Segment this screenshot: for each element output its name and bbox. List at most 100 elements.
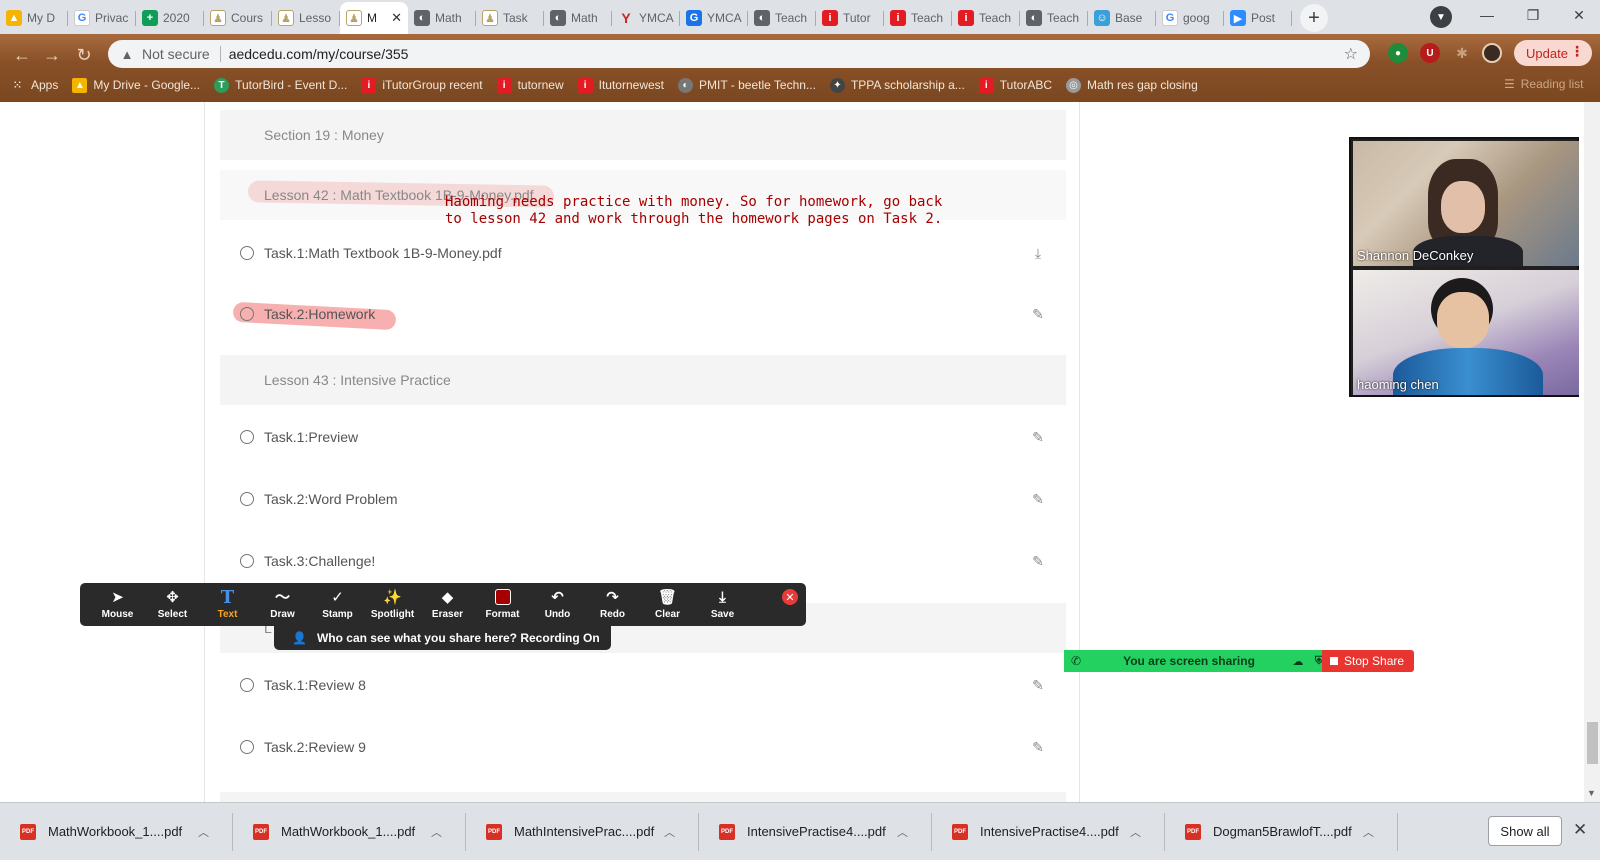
new-tab-button[interactable]: + [1300,4,1328,32]
minimize-icon[interactable]: — [1464,0,1510,30]
tool-eraser[interactable]: ◆ Eraser [420,589,475,620]
tool-text[interactable]: T Text [200,589,255,621]
scroll-down-icon[interactable]: ▼ [1587,788,1596,798]
task-row[interactable]: Task.1:Review 8 ✎ [220,665,1066,705]
tool-mouse[interactable]: ➤ Mouse [90,589,145,620]
browser-tab[interactable]: ♟ Lesso [272,2,340,34]
radio-button[interactable] [240,554,254,568]
video-tile[interactable]: Shannon DeConkey [1353,141,1579,266]
download-item[interactable]: PDF Dogman5BrawlofT....pdf ︿ [1165,803,1398,860]
address-bar[interactable]: ▲ Not secure aedcedu.com/my/course/355 ☆ [108,40,1370,68]
download-item[interactable]: PDF IntensivePractise4....pdf ︿ [699,803,932,860]
close-icon[interactable]: ✕ [1573,820,1587,840]
browser-tab[interactable]: +2020 [136,2,204,34]
tool-redo[interactable]: ↷ Redo [585,589,640,620]
browser-tab[interactable]: i Teach [952,2,1020,34]
download-item[interactable]: PDF MathWorkbook_1....pdf ︿ [233,803,466,860]
show-all-button[interactable]: Show all [1488,816,1562,846]
tool-draw[interactable]: 〜 Draw [255,589,310,620]
browser-tab[interactable]: i Tutor [816,2,884,34]
restore-icon[interactable]: ❐ [1510,0,1556,30]
browser-tab[interactable]: ◐ Math [408,2,476,34]
task-row[interactable]: Task.1:Preview ✎ [220,417,1066,457]
task-row[interactable]: Task.1:Math Textbook 1B-9-Money.pdf ⤓ [220,233,1066,273]
download-item[interactable]: PDF IntensivePractise4....pdf ︿ [932,803,1165,860]
screen-sharing-banner[interactable]: ✆ You are screen sharing ☁ ⛨ [1064,650,1332,672]
tool-format[interactable]: Format [475,589,530,620]
bookmark-item[interactable]: ◐ PMIT - beetle Techn... [678,77,816,93]
bookmark-item[interactable]: i iTutorGroup recent [361,77,483,93]
video-panel[interactable]: Shannon DeConkey haoming chen [1349,137,1579,397]
reading-list-button[interactable]: ☰ Reading list [1504,77,1583,91]
window-close-icon[interactable]: ✕ [1556,0,1600,30]
download-item[interactable]: PDF MathWorkbook_1....pdf ︿ [0,803,233,860]
chevron-up-icon[interactable]: ︿ [1130,824,1141,840]
stop-share-button[interactable]: Stop Share [1322,650,1414,672]
bookmark-item[interactable]: T TutorBird - Event D... [214,77,347,93]
bookmark-item[interactable]: i tutornew [496,77,564,93]
avatar[interactable] [1482,43,1502,63]
pencil-icon[interactable]: ✎ [1030,306,1046,322]
browser-tab[interactable]: ☺ Base [1088,2,1156,34]
bookmark-star-icon[interactable]: ☆ [1344,44,1358,64]
tool-undo[interactable]: ↶ Undo [530,589,585,620]
url-text[interactable]: aedcedu.com/my/course/355 [229,46,409,62]
pencil-icon[interactable]: ✎ [1030,429,1046,445]
browser-tab[interactable]: ◐ Teach [748,2,816,34]
lesson-header[interactable]: Lesson 43 : Intensive Practice [220,355,1066,405]
update-button[interactable]: Update ⋮ [1514,40,1592,66]
tool-clear[interactable]: 🗑 Clear [640,589,695,620]
radio-button[interactable] [240,492,254,506]
forward-icon[interactable]: → [40,43,64,67]
browser-tab[interactable]: G YMCA [680,2,748,34]
download-item[interactable]: PDF MathIntensivePrac....pdf ︿ [466,803,699,860]
extension-icon[interactable]: U [1420,43,1440,63]
bookmark-item[interactable]: i Itutornewest [577,77,664,93]
task-row[interactable]: Task.2:Homework ✎ [220,294,1066,334]
video-tile[interactable]: haoming chen [1353,270,1579,395]
close-icon[interactable]: ✕ [782,589,798,605]
browser-tab[interactable]: ◐ Teach [1020,2,1088,34]
pencil-icon[interactable]: ✎ [1030,491,1046,507]
tool-stamp[interactable]: ✓ Stamp [310,589,365,620]
scrollbar-track[interactable] [1584,102,1600,802]
browser-tab[interactable]: G Privac [68,2,136,34]
radio-button[interactable] [240,678,254,692]
scrollbar-thumb[interactable] [1587,722,1598,764]
browser-tab[interactable]: i Teach [884,2,952,34]
chevron-up-icon[interactable]: ︿ [198,824,209,840]
download-icon[interactable]: ⤓ [1030,245,1046,261]
radio-button[interactable] [240,430,254,444]
browser-tab[interactable]: ♟ Cours [204,2,272,34]
browser-tab[interactable]: Ggoog [1156,2,1224,34]
pencil-icon[interactable]: ✎ [1030,739,1046,755]
chevron-up-icon[interactable]: ︿ [431,824,442,840]
pencil-icon[interactable]: ✎ [1030,677,1046,693]
radio-button[interactable] [240,740,254,754]
radio-button[interactable] [240,307,254,321]
tab-search-icon[interactable]: ▼ [1430,6,1452,28]
extension-icon[interactable]: ● [1388,43,1408,63]
browser-tab[interactable]: ▲ My D [0,2,68,34]
bookmark-item[interactable]: i TutorABC [978,77,1052,93]
chevron-up-icon[interactable]: ︿ [1363,824,1374,840]
bookmark-item[interactable]: ▲ My Drive - Google... [72,77,200,93]
task-row[interactable]: Task.2:Word Problem ✎ [220,479,1066,519]
chevron-up-icon[interactable]: ︿ [897,824,908,840]
browser-tab[interactable]: Y YMCA [612,2,680,34]
reload-icon[interactable]: ↻ [72,43,96,67]
bookmark-item[interactable]: ✦ TPPA scholarship a... [829,77,965,93]
tool-spotlight[interactable]: ✨ Spotlight [365,589,420,620]
radio-button[interactable] [240,246,254,260]
bookmark-apps[interactable]: ⁙ Apps [10,78,58,93]
extensions-puzzle-icon[interactable]: ✱ [1452,43,1472,63]
browser-tab[interactable]: ♟ Task [476,2,544,34]
chevron-up-icon[interactable]: ︿ [664,824,675,840]
browser-tab[interactable]: ▶ Post [1224,2,1292,34]
close-icon[interactable]: ✕ [391,10,402,26]
pencil-icon[interactable]: ✎ [1030,553,1046,569]
browser-tab[interactable]: ◐ Math [544,2,612,34]
bookmark-item[interactable]: ◎ Math res gap closing [1066,77,1198,93]
task-row[interactable]: Task.2:Review 9 ✎ [220,727,1066,767]
back-icon[interactable]: ← [10,43,34,67]
